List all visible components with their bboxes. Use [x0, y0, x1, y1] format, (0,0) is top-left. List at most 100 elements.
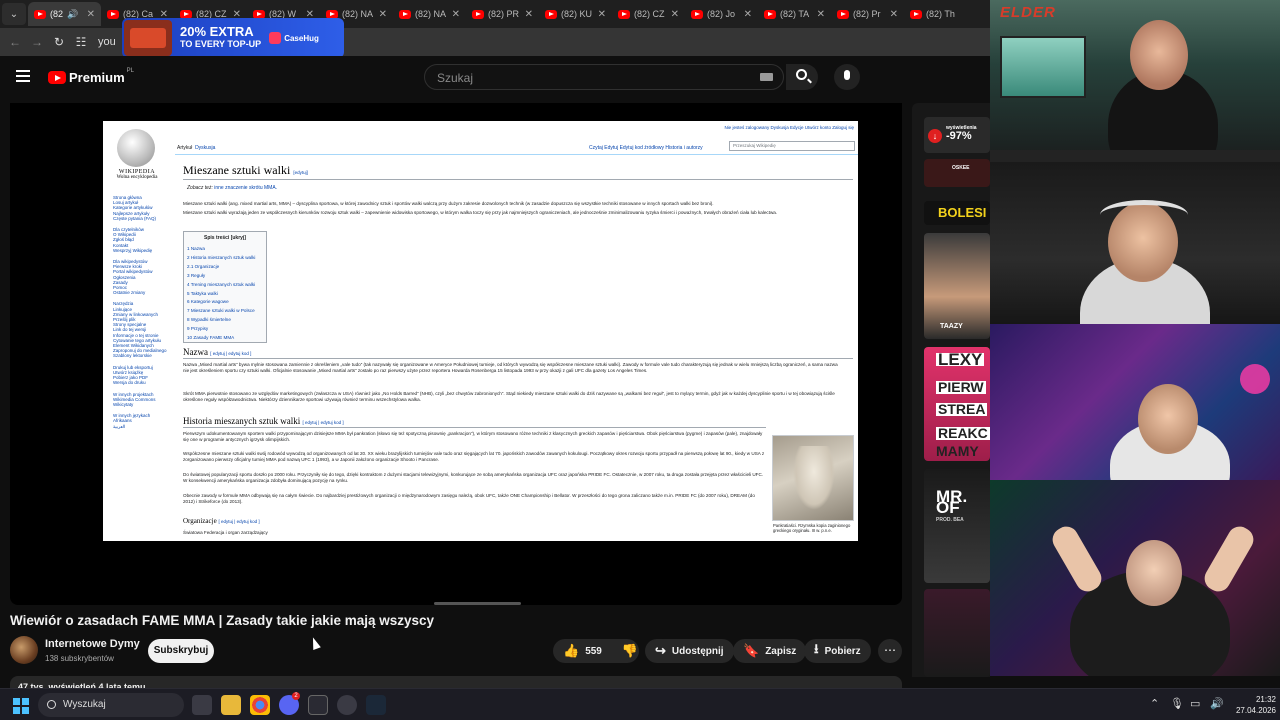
wiki-paragraph: Pierwszym udokumentowanym sportem walki …	[183, 431, 763, 443]
webcam-4	[990, 480, 1280, 676]
youtube-favicon-icon	[472, 9, 484, 19]
close-tab-icon[interactable]: ✕	[379, 9, 387, 20]
side-tile-thumbnail[interactable]	[924, 589, 990, 677]
browser-tab[interactable]: (82) NA ✕	[393, 2, 466, 26]
stream-webcam-overlay	[990, 0, 1280, 676]
browser-tab[interactable]: (82) PR ✕	[466, 2, 539, 26]
toc-item: 2 Historia mieszanych sztuk walki	[187, 254, 256, 260]
like-count[interactable]: 559	[585, 646, 602, 657]
youtube-favicon-icon	[107, 9, 119, 19]
casehug-ad-banner[interactable]: 20% EXTRA TO EVERY TOP-UP CaseHug	[122, 18, 344, 58]
close-tab-icon[interactable]: ✕	[890, 9, 898, 20]
download-icon: ⭳	[814, 641, 819, 656]
system-clock[interactable]: 21:32 27.04.2026	[1228, 694, 1276, 716]
download-button[interactable]: ⭳ Pobierz	[804, 639, 871, 663]
toc-item: 10 Zasady FAME MMA	[187, 335, 235, 341]
youtube-favicon-icon	[837, 9, 849, 19]
keyboard-icon[interactable]	[760, 73, 773, 81]
browser-tab[interactable]: (82 🔊 ✕	[28, 2, 101, 26]
channel-avatar[interactable]	[10, 636, 38, 664]
subscribe-button[interactable]: Subskrybuj	[148, 639, 214, 663]
wiki-tabs-right: Czytaj Edytuj Edytuj kod źródłowy Histor…	[589, 145, 703, 151]
wiki-paragraph: Współczesne mieszane sztuki walki swój r…	[183, 451, 765, 463]
thumbs-down-icon[interactable]: 👎	[622, 643, 638, 659]
streamer-arm	[1200, 522, 1258, 596]
obs-icon[interactable]	[337, 695, 357, 715]
wikipedia-globe-logo	[117, 129, 155, 167]
mouse-cursor-icon	[309, 635, 321, 651]
share-button[interactable]: ↪ Udostępnij	[645, 639, 734, 663]
speaker-icon: 🔊	[67, 8, 79, 19]
like-dislike-group: 👍 559 👎	[553, 639, 639, 663]
windows-start-icon[interactable]	[13, 698, 29, 714]
browser-tab[interactable]: (82) CZ ✕	[612, 2, 685, 26]
forward-arrow-icon[interactable]: →	[26, 35, 48, 49]
network-icon[interactable]: ▭	[1190, 697, 1200, 710]
browser-tab[interactable]: (82) Th	[904, 2, 977, 26]
chrome-icon[interactable]	[250, 695, 270, 715]
url-field[interactable]: you	[98, 36, 116, 48]
browser-tab[interactable]: (82) TA ✕	[758, 2, 831, 26]
close-tab-icon[interactable]: ✕	[87, 9, 95, 20]
microphone-icon[interactable]	[834, 64, 860, 90]
search-icon	[796, 69, 807, 80]
wiki-heading-nazwa: Nazwa [ edytuj | edytuj kod ]	[183, 347, 252, 357]
side-tile[interactable]: ↓ wyświetlenia -97%	[924, 117, 990, 153]
terminal-icon[interactable]	[308, 695, 328, 715]
channel-name[interactable]: Internetowe Dymy	[45, 638, 140, 650]
save-button[interactable]: 🔖 Zapisz	[733, 639, 807, 663]
youtube-premium-logo[interactable]: Premium PL	[48, 68, 134, 85]
toc-item: 5 Taktyka walki	[187, 290, 218, 296]
close-tab-icon[interactable]: ✕	[817, 9, 825, 20]
reload-icon[interactable]: ↻	[48, 35, 70, 49]
wiki-pankration-statue-image	[772, 435, 854, 521]
file-explorer-icon[interactable]	[221, 695, 241, 715]
youtube-favicon-icon	[618, 9, 630, 19]
close-tab-icon[interactable]: ✕	[525, 9, 533, 20]
wikipedia-page-frame: WIKIPEDIA Wolna encyklopedia Strona główn…	[103, 121, 858, 541]
task-view-icon[interactable]	[192, 695, 212, 715]
video-player[interactable]: WIKIPEDIA Wolna encyklopedia Strona główn…	[10, 103, 902, 605]
site-settings-icon[interactable]: ☷	[70, 35, 92, 49]
wiki-heading-divider	[183, 358, 853, 359]
browser-tab[interactable]: (82) Pr ✕	[831, 2, 904, 26]
wiki-tabs-left: Artykuł Dyskusja	[177, 145, 216, 151]
wiki-sidebar: Strona główna Losuj artykuł Kategorie arty…	[113, 195, 175, 429]
side-tile-thumbnail[interactable]: LEXY PIERW STREA REAKC MAMY	[924, 347, 990, 461]
microphone-tray-icon[interactable]: 🎙	[1170, 697, 1184, 710]
browser-tab[interactable]: (82) KU ✕	[539, 2, 612, 26]
side-tile[interactable]: OSKEE	[924, 159, 990, 187]
tab-search-menu-button[interactable]: ⌄	[2, 3, 26, 25]
aquarium-image	[1000, 36, 1086, 98]
toc-item: 2.1 Organizacje	[187, 263, 220, 269]
volume-icon[interactable]: 🔊	[1210, 697, 1224, 710]
more-options-icon[interactable]: ⋯	[878, 639, 902, 663]
taskbar-search[interactable]: Wyszukaj	[38, 693, 184, 717]
toc-item: 4 Trening mieszanych sztuk walki	[187, 281, 256, 287]
side-tile-thumbnail[interactable]: TAAZY	[924, 233, 990, 339]
wiki-paragraph: Światowa Federacja i organ zarządzający	[183, 530, 268, 535]
wiki-heading-organizacje: Organizacje [ edytuj | edytuj kod ]	[183, 517, 260, 525]
close-tab-icon[interactable]: ✕	[598, 9, 606, 20]
wiki-hatnote: Zobacz też: inne znaczenie skrótu MMA.	[187, 185, 278, 191]
windows-taskbar: Wyszukaj 2 ⌃ 🎙 ▭ 🔊 21:32 27.04.2026	[0, 688, 1280, 720]
thumbs-up-icon[interactable]: 👍	[563, 643, 579, 659]
tray-chevron-icon[interactable]: ⌃	[1150, 697, 1159, 710]
toc-item: 8 Wypadki śmiertelne	[187, 317, 231, 323]
back-arrow-icon[interactable]: ←	[4, 35, 26, 49]
toc-list: 1 Nazwa 2 Historia mieszanych sztuk walki…	[187, 245, 263, 343]
wiki-paragraph: Obecnie zawody w formule MMA odbywają si…	[183, 493, 755, 505]
youtube-favicon-icon	[910, 9, 922, 19]
close-tab-icon[interactable]: ✕	[452, 9, 460, 20]
browser-tab[interactable]: (82) Jo ✕	[685, 2, 758, 26]
side-tile[interactable]: BOLESI	[924, 201, 990, 225]
side-tile-thumbnail[interactable]: MR. OF PROD. BEA	[924, 469, 990, 583]
search-input[interactable]: Szukaj	[424, 64, 784, 90]
steam-icon[interactable]	[366, 695, 386, 715]
headphones-icon	[1100, 200, 1188, 230]
webcam-2	[990, 162, 1280, 324]
hamburger-menu-icon[interactable]	[16, 70, 30, 82]
close-tab-icon[interactable]: ✕	[744, 9, 752, 20]
close-tab-icon[interactable]: ✕	[671, 9, 679, 20]
video-progress-bar[interactable]	[434, 602, 521, 605]
